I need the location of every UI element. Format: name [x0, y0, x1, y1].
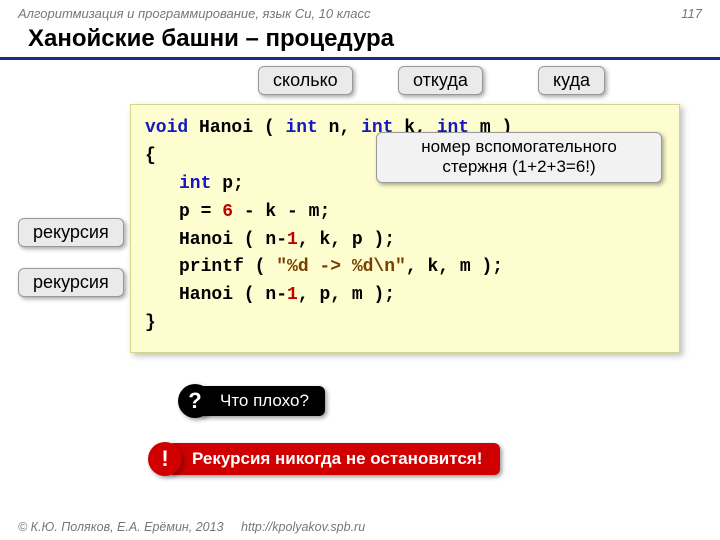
- code-line-7: Hanoi ( n-1, p, m );: [145, 282, 665, 310]
- warning-text: Рекурсия никогда не остановится!: [168, 443, 500, 475]
- label-recursion-2: рекурсия: [18, 268, 124, 297]
- footer-copyright: © К.Ю. Поляков, Е.А. Ерёмин, 2013: [18, 520, 224, 534]
- label-kuda: куда: [538, 66, 605, 95]
- question-text: Что плохо?: [198, 386, 325, 416]
- label-recursion-1: рекурсия: [18, 218, 124, 247]
- code-line-6: printf ( "%d -> %d\n", k, m );: [145, 254, 665, 282]
- question-row: ? Что плохо?: [178, 384, 325, 418]
- code-line-4: p = 6 - k - m;: [145, 199, 665, 227]
- question-badge: ?: [178, 384, 212, 418]
- course-name: Алгоритмизация и программирование, язык …: [18, 6, 370, 21]
- label-skolko: сколько: [258, 66, 353, 95]
- page-title: Ханойские башни – процедура: [0, 23, 720, 60]
- page-number: 117: [681, 6, 702, 21]
- label-aux: номер вспомогательного стержня (1+2+3=6!…: [376, 132, 662, 183]
- warning-row: ! Рекурсия никогда не остановится!: [148, 442, 500, 476]
- label-otkuda: откуда: [398, 66, 483, 95]
- code-line-8: }: [145, 310, 665, 338]
- footer: © К.Ю. Поляков, Е.А. Ерёмин, 2013 http:/…: [18, 520, 365, 534]
- code-line-5: Hanoi ( n-1, k, p );: [145, 227, 665, 255]
- warning-badge: !: [148, 442, 182, 476]
- header-strip: Алгоритмизация и программирование, язык …: [0, 0, 720, 23]
- footer-url: http://kpolyakov.spb.ru: [241, 520, 365, 534]
